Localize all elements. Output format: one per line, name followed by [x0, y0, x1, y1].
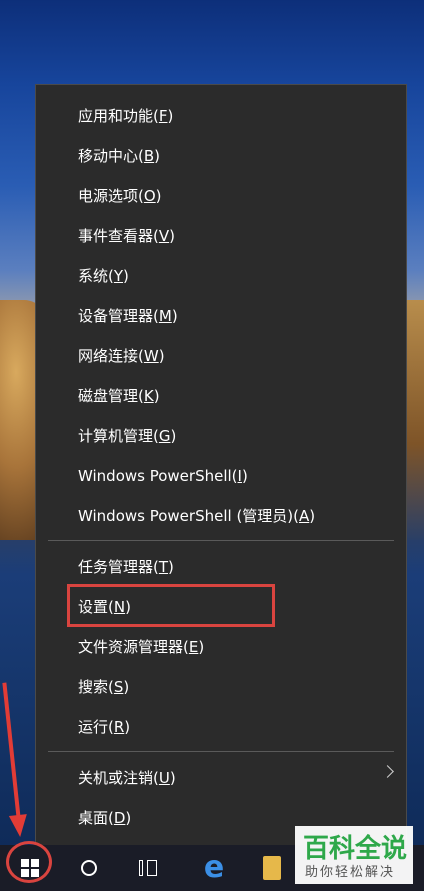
edge-browser-icon: e: [203, 850, 225, 885]
file-explorer-button[interactable]: [244, 845, 300, 891]
menu-item-powershell[interactable]: Windows PowerShell(I): [78, 464, 248, 488]
menu-separator: [48, 751, 394, 752]
menu-item-computer-management[interactable]: 计算机管理(G): [78, 424, 176, 448]
watermark-logo: 百科全说 助你轻松解决: [295, 826, 413, 884]
menu-item-desktop[interactable]: 桌面(D): [78, 806, 131, 830]
menu-item-network-connections[interactable]: 网络连接(W): [78, 344, 165, 368]
settings-highlight-box: [67, 584, 275, 627]
menu-item-disk-management[interactable]: 磁盘管理(K): [78, 384, 160, 408]
menu-item-mobility-center[interactable]: 移动中心(B): [78, 144, 160, 168]
cortana-search-icon: [81, 860, 97, 876]
menu-item-task-manager[interactable]: 任务管理器(T): [78, 555, 174, 579]
power-user-menu: 应用和功能(F) 移动中心(B) 电源选项(O) 事件查看器(V) 系统(Y) …: [35, 84, 407, 846]
menu-item-system[interactable]: 系统(Y): [78, 264, 129, 288]
menu-item-run[interactable]: 运行(R): [78, 715, 130, 739]
menu-separator: [48, 540, 394, 541]
menu-item-shutdown-signout[interactable]: 关机或注销(U): [78, 766, 176, 790]
start-button-highlight-circle: [6, 841, 52, 883]
menu-item-apps-features[interactable]: 应用和功能(F): [78, 104, 173, 128]
menu-item-event-viewer[interactable]: 事件查看器(V): [78, 224, 175, 248]
menu-item-file-explorer[interactable]: 文件资源管理器(E): [78, 635, 204, 659]
chevron-right-icon: [381, 765, 394, 778]
edge-browser-button[interactable]: e: [186, 845, 242, 891]
menu-item-power-options[interactable]: 电源选项(O): [78, 184, 162, 208]
menu-item-powershell-admin[interactable]: Windows PowerShell (管理员)(A): [78, 504, 315, 528]
menu-item-search[interactable]: 搜索(S): [78, 675, 129, 699]
cortana-button[interactable]: [61, 845, 117, 891]
red-arrow-head-icon: [8, 814, 30, 838]
watermark-subtitle: 助你轻松解决: [305, 865, 396, 880]
menu-item-device-manager[interactable]: 设备管理器(M): [78, 304, 178, 328]
task-view-button[interactable]: [121, 845, 177, 891]
task-view-icon: [139, 860, 159, 876]
file-explorer-icon: [263, 856, 281, 880]
watermark-title: 百科全说: [303, 834, 408, 864]
